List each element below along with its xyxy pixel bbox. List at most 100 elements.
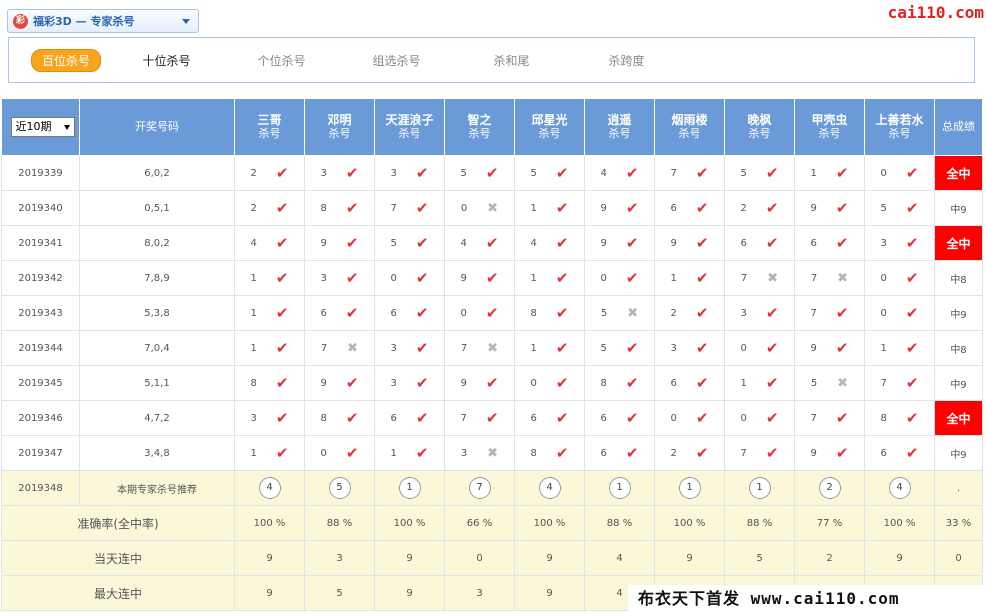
pick-wrap: 7 ✔ [865, 374, 934, 392]
expert-header: 三哥 杀号 [234, 98, 305, 156]
today-cell: 0 [444, 540, 515, 576]
pick-value: 5 [460, 167, 467, 179]
today-cell: 4 [584, 540, 655, 576]
pick-value: 3 [250, 412, 257, 424]
chevron-down-icon[interactable] [182, 19, 190, 24]
period-select[interactable]: 近10期 [10, 117, 75, 137]
pick-value: 9 [670, 237, 677, 249]
pick-value: 0 [530, 377, 537, 389]
check-icon: ✔ [485, 304, 499, 322]
check-icon: ✔ [695, 374, 709, 392]
pick-cell: 5 ✔ [374, 225, 445, 261]
pick-wrap: 8 ✔ [305, 409, 374, 427]
check-icon: ✔ [905, 304, 919, 322]
total-cell: 全中 [934, 225, 983, 261]
check-icon: ✔ [345, 164, 359, 182]
pick-value: 6 [810, 237, 817, 249]
max-cell: 9 [234, 575, 305, 611]
pick-cell: 0 ✔ [864, 260, 935, 296]
pick-value: 7 [670, 167, 677, 179]
tab-1[interactable]: 十位杀号 [109, 52, 224, 69]
pick-wrap: 7 ✖ [725, 271, 794, 286]
pick-cell: 1 ✔ [654, 260, 725, 296]
tab-4[interactable]: 杀和尾 [454, 52, 569, 69]
pick-value: 8 [320, 202, 327, 214]
pick-value: 8 [880, 412, 887, 424]
pick-value: 5 [600, 307, 608, 319]
pick-wrap: 1 ✔ [375, 444, 444, 462]
pick-wrap: 6 ✔ [655, 199, 724, 217]
pick-cell: 1 ✔ [514, 190, 585, 226]
check-icon: ✔ [625, 199, 639, 217]
tab-2[interactable]: 个位杀号 [224, 52, 339, 69]
pick-cell: 7 ✖ [444, 330, 515, 366]
check-icon: ✔ [835, 234, 849, 252]
check-icon: ✔ [555, 339, 569, 357]
pick-wrap: 9 ✔ [305, 374, 374, 392]
expert-header: 烟雨楼 杀号 [654, 98, 725, 156]
table-row: 2019341 8,0,2 4 ✔ 9 ✔ 5 ✔ 4 ✔ 4 ✔ 9 ✔ 9 ✔ 6 ✔ 6 ✔ 3 ✔ 全中 [1, 225, 983, 261]
draw-cell: 0,5,1 [79, 190, 235, 226]
expert-name: 三哥 [257, 113, 282, 127]
site-brand[interactable]: cai110.com [888, 3, 984, 22]
pick-value: 0 [880, 307, 887, 319]
pick-value: 0 [740, 342, 747, 354]
issue-cell: 2019344 [1, 330, 80, 366]
pick-cell: 7 ✔ [374, 190, 445, 226]
pick-wrap: 3 ✔ [865, 234, 934, 252]
check-icon: ✔ [905, 339, 919, 357]
check-icon: ✔ [835, 444, 849, 462]
accuracy-total: 33 % [934, 505, 983, 541]
pick-wrap: 7 ✖ [305, 341, 374, 356]
tab-3[interactable]: 组选杀号 [339, 52, 454, 69]
draw-cell: 5,1,1 [79, 365, 235, 401]
pick-cell: 3 ✔ [374, 155, 445, 191]
pick-wrap: 5 ✖ [795, 376, 864, 391]
pick-value: 6 [390, 307, 397, 319]
expert-name: 甲壳虫 [811, 113, 848, 127]
check-icon: ✔ [555, 269, 569, 287]
pick-wrap: 1 ✔ [795, 164, 864, 182]
pick-wrap: 9 ✔ [585, 234, 654, 252]
pick-wrap: 0 ✔ [585, 269, 654, 287]
tab-0[interactable]: 百位杀号 [9, 48, 109, 72]
pick-wrap: 0 ✔ [445, 304, 514, 322]
pick-cell: 3 ✔ [724, 295, 795, 331]
pick-value: 5 [600, 342, 607, 354]
pick-value: 7 [740, 272, 748, 284]
pick-value: 3 [320, 167, 327, 179]
pick-cell: 7 ✔ [864, 365, 935, 401]
pick-wrap: 0 ✔ [515, 374, 584, 392]
expert-name: 上善若水 [875, 113, 924, 127]
tab-5[interactable]: 杀跨度 [569, 52, 684, 69]
recommend-number: 1 [678, 477, 701, 499]
pick-cell: 1 ✔ [234, 330, 305, 366]
draw-cell: 7,8,9 [79, 260, 235, 296]
cross-icon: ✖ [837, 270, 849, 286]
pick-wrap: 2 ✔ [655, 444, 724, 462]
accuracy-cell: 77 % [794, 505, 865, 541]
check-icon: ✔ [485, 374, 499, 392]
pick-wrap: 9 ✔ [445, 269, 514, 287]
check-icon: ✔ [905, 374, 919, 392]
accuracy-row: 准确率(全中率) 100 % 88 % 100 % 66 % 100 % 88 % 100 %… [1, 505, 983, 541]
pick-cell: 5 ✖ [584, 295, 655, 331]
pick-cell: 8 ✔ [304, 190, 375, 226]
pick-cell: 1 ✔ [234, 435, 305, 471]
check-icon: ✔ [765, 164, 779, 182]
pick-cell: 0 ✔ [584, 260, 655, 296]
pick-wrap: 2 ✔ [725, 199, 794, 217]
today-row: 当天连中 9 3 9 0 9 4 9 5 2 9 0 [1, 540, 983, 576]
check-icon: ✔ [835, 339, 849, 357]
check-icon: ✔ [765, 304, 779, 322]
recommend-cell: 7 [444, 470, 515, 506]
check-icon: ✔ [625, 269, 639, 287]
accuracy-cell: 100 % [654, 505, 725, 541]
lottery-selector[interactable]: 彩 福彩3D — 专家杀号 [7, 9, 199, 33]
pick-value: 9 [600, 202, 607, 214]
recommend-cell: 1 [724, 470, 795, 506]
today-cell: 9 [864, 540, 935, 576]
lottery-logo-icon: 彩 [13, 13, 28, 29]
today-cell: 9 [234, 540, 305, 576]
pick-cell: 2 ✔ [234, 190, 305, 226]
